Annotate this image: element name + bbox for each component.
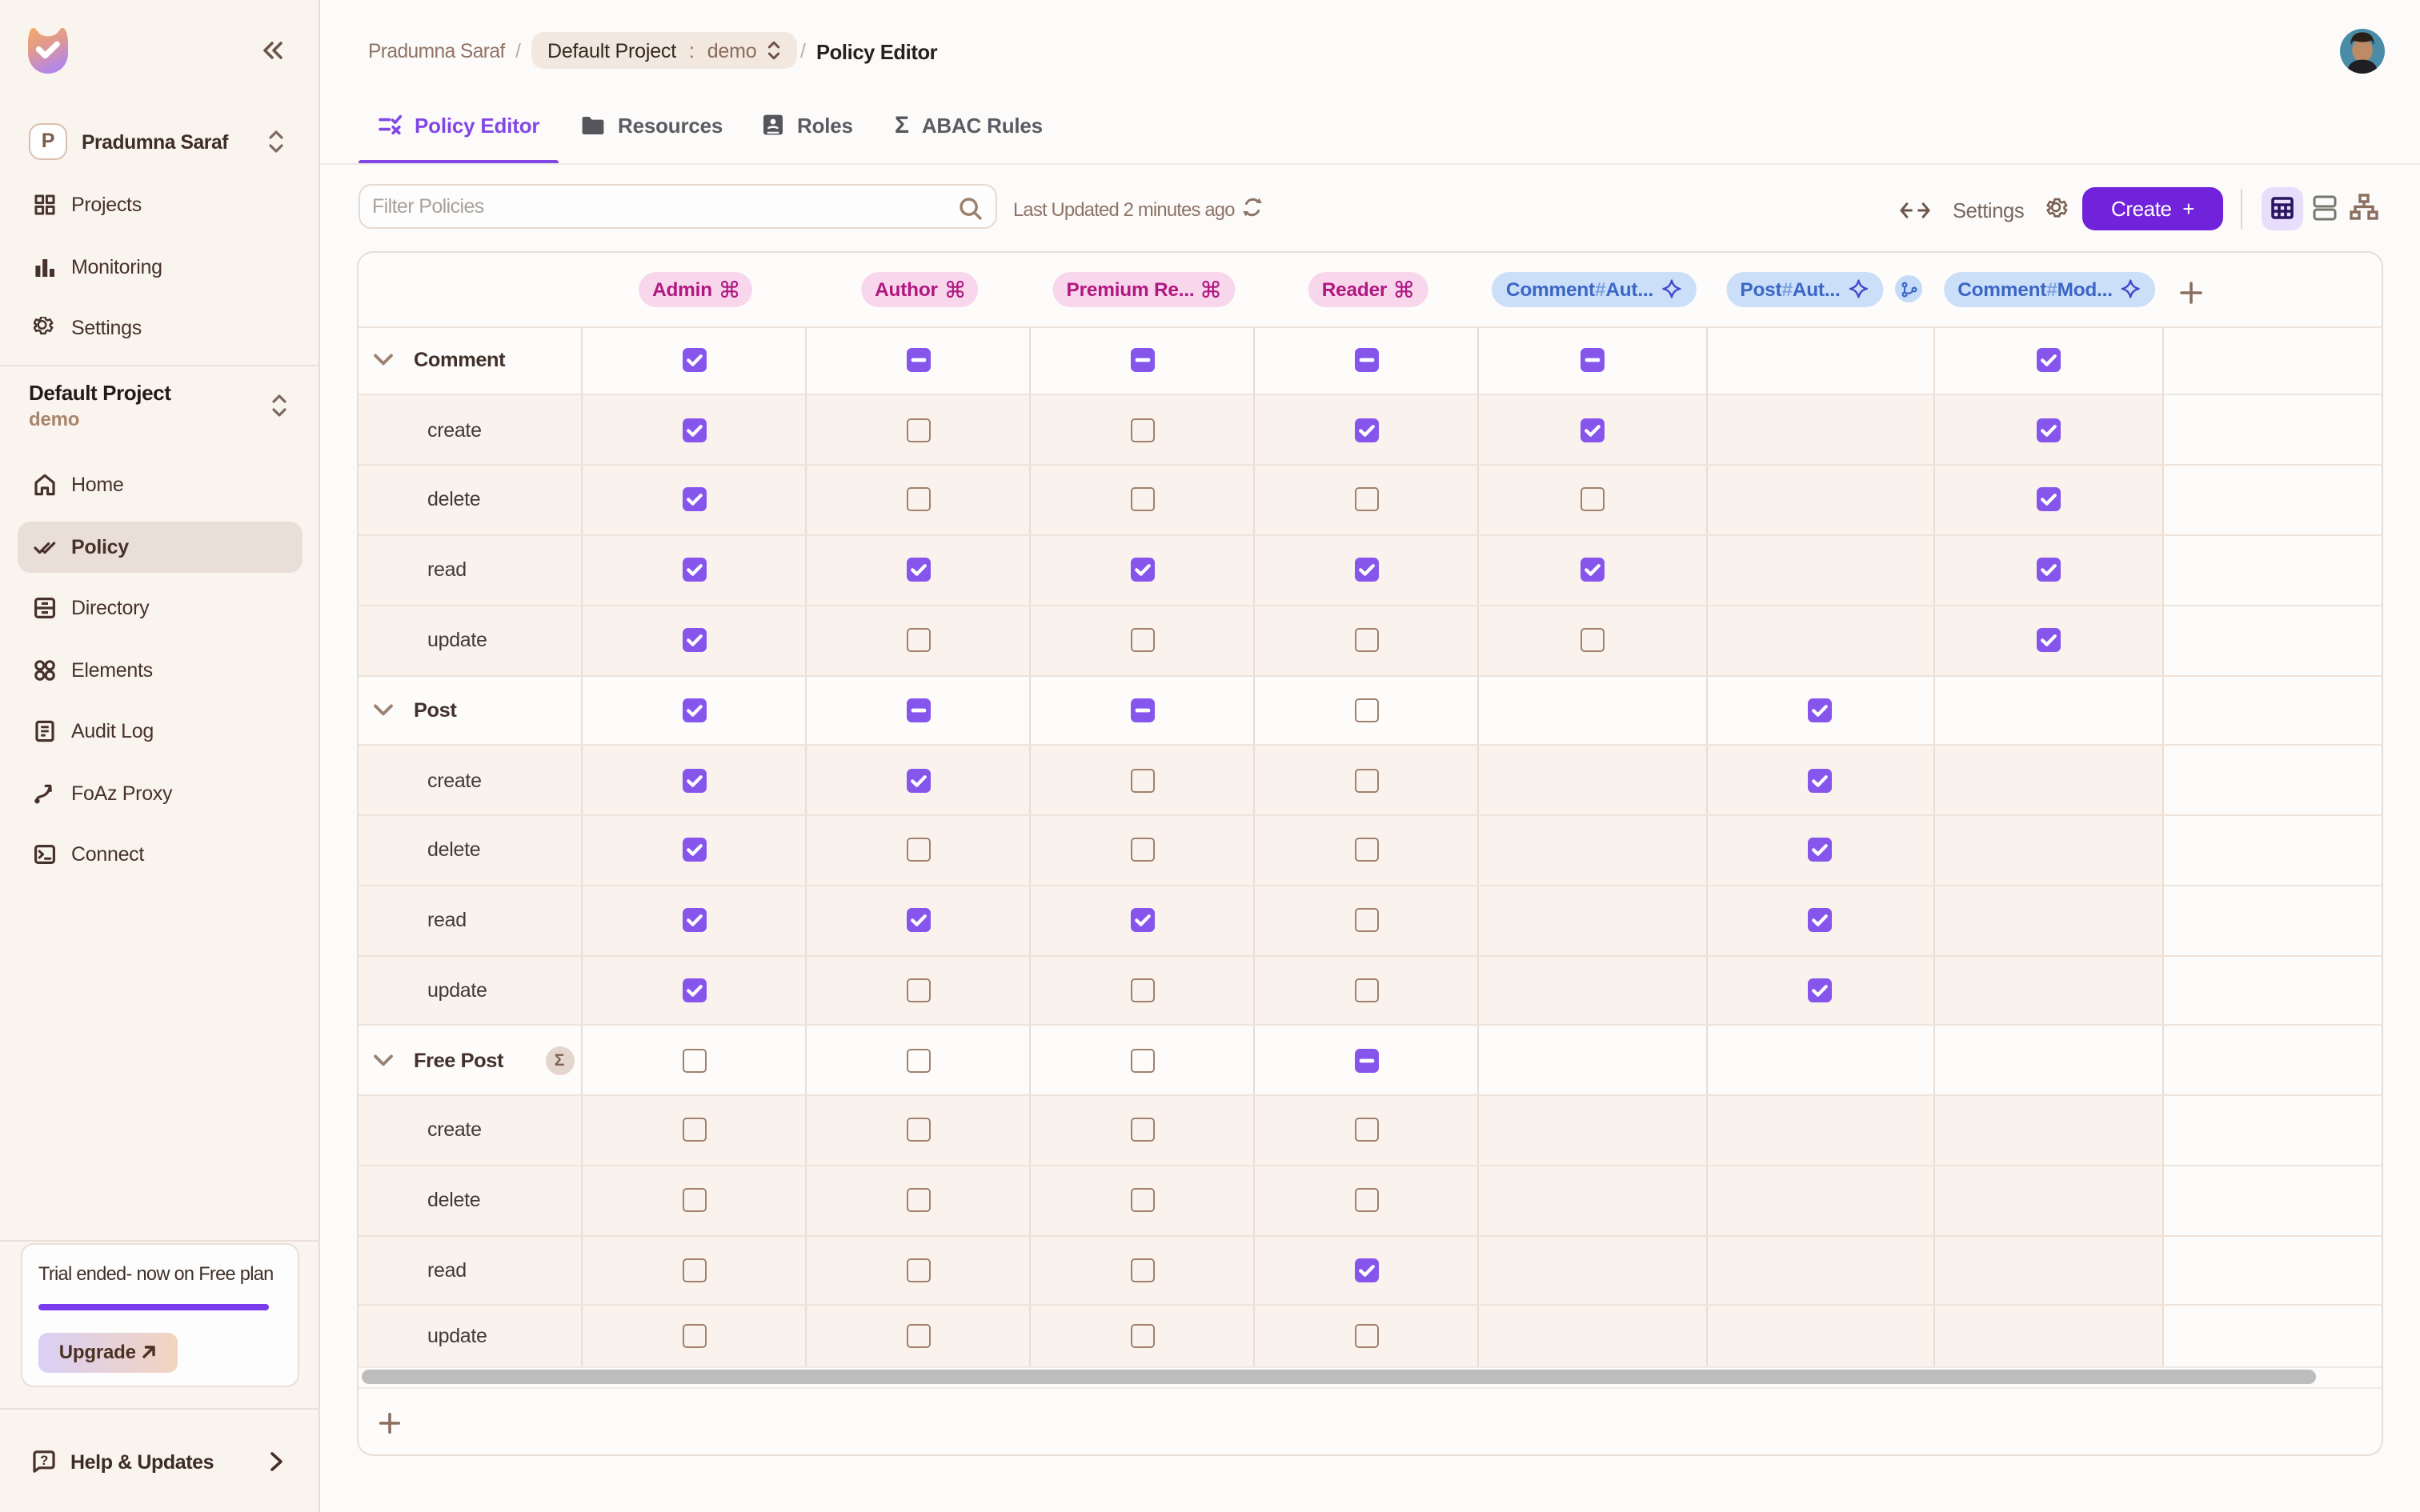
svg-text:?: ? (40, 1453, 48, 1468)
